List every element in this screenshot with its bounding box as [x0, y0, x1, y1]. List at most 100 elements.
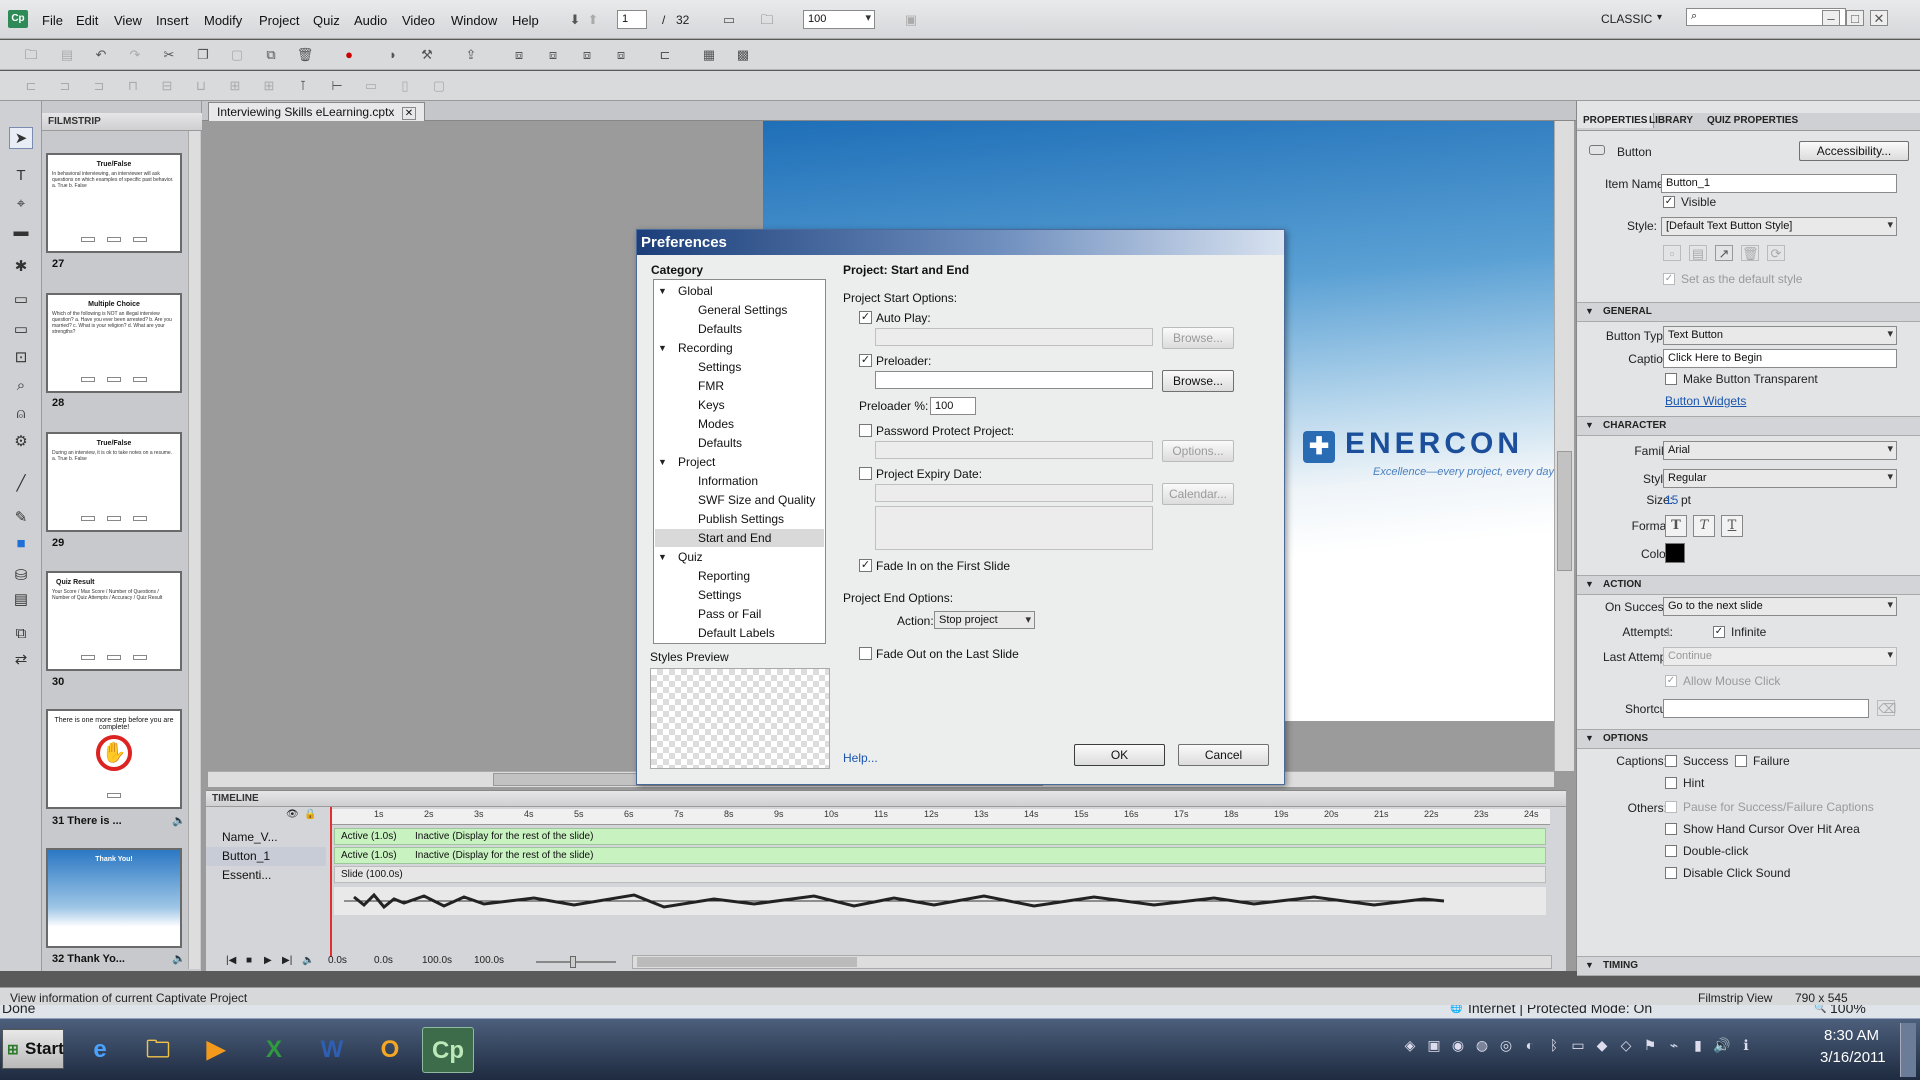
menu-window[interactable]: Window	[451, 13, 497, 28]
language-icon[interactable]: ℹ	[1736, 1035, 1756, 1055]
collapse-icon[interactable]: ▼	[1585, 960, 1594, 970]
shortcut-clear-icon[interactable]: ⌫	[1877, 700, 1896, 716]
center-horizontal-icon[interactable]: ⊺	[294, 78, 312, 94]
menu-video[interactable]: Video	[402, 13, 435, 28]
grid-icon[interactable]: ▦	[700, 47, 718, 63]
image-tool-icon[interactable]: ⊡	[9, 347, 33, 369]
transparent-checkbox[interactable]	[1665, 373, 1677, 385]
style-reset-icon[interactable]: ⟳	[1767, 245, 1785, 261]
tab-quiz-properties[interactable]: QUIZ PROPERTIES	[1707, 115, 1798, 126]
slide-thumb-31[interactable]: There is one more step before you are co…	[46, 709, 182, 809]
select-tool-icon[interactable]: ➤	[9, 127, 33, 149]
zoom-select[interactable]: 100	[803, 10, 875, 29]
tree-node-information[interactable]: Information	[698, 474, 758, 488]
record-icon[interactable]: ●	[340, 47, 358, 63]
slide-thumb-32[interactable]: Thank You!	[46, 848, 182, 948]
start-button[interactable]: ⊞ Start	[2, 1029, 64, 1069]
timeline-bar-button[interactable]: Active (1.0s) Inactive (Display for the …	[334, 847, 1546, 864]
menu-help[interactable]: Help	[512, 13, 539, 28]
infinite-checkbox[interactable]: ✓	[1713, 626, 1725, 638]
cut-icon[interactable]: ✂	[160, 47, 178, 63]
tree-node-settings[interactable]: Settings	[698, 588, 741, 602]
collapse-icon[interactable]: ▼	[1585, 579, 1594, 589]
tree-node-settings[interactable]: Settings	[698, 360, 741, 374]
duplicate-icon[interactable]: ⧉	[262, 47, 280, 63]
auto-play-path-field[interactable]	[875, 328, 1153, 346]
zoom-slider-thumb[interactable]	[570, 956, 576, 968]
text-entry-tool-icon[interactable]: ▭	[9, 319, 33, 341]
menu-edit[interactable]: Edit	[76, 13, 98, 28]
action-section-header[interactable]: ACTION	[1577, 575, 1920, 595]
tree-node-project[interactable]: Project	[678, 455, 715, 469]
accessibility-button[interactable]: Accessibility...	[1799, 141, 1909, 161]
style-delete-icon[interactable]: 🗑	[1741, 245, 1759, 261]
slide-thumb-28[interactable]: Multiple Choice Which of the following i…	[46, 293, 182, 393]
last-attempt-select[interactable]: Continue	[1663, 647, 1897, 666]
fit-tool-icon[interactable]: ⧉	[9, 623, 33, 645]
save-icon[interactable]: ▤	[58, 47, 76, 63]
tab-properties[interactable]: PROPERTIES	[1577, 113, 1655, 128]
timing-section-header[interactable]: TIMING	[1577, 956, 1920, 976]
fill-tool-icon[interactable]: ⛁	[9, 565, 33, 587]
collapse-icon[interactable]: ▼	[1585, 733, 1594, 743]
expiry-date-field[interactable]	[875, 484, 1153, 502]
paste-icon[interactable]: ▢	[228, 47, 246, 63]
close-tab-icon[interactable]: ✕	[401, 107, 417, 120]
document-tab[interactable]: Interviewing Skills eLearning.cptx ✕	[208, 102, 426, 121]
timeline-row-label[interactable]: Button_1	[206, 847, 326, 866]
scroll-thumb[interactable]	[637, 957, 857, 967]
menu-file[interactable]: File	[42, 13, 63, 28]
tree-node-keys[interactable]: Keys	[698, 398, 725, 412]
cancel-button[interactable]: Cancel	[1178, 744, 1269, 766]
tree-node-start-and-end[interactable]: Start and End	[698, 531, 771, 545]
tree-node-general-settings[interactable]: General Settings	[698, 303, 787, 317]
bold-icon[interactable]: T	[1665, 515, 1687, 537]
menu-view[interactable]: View	[114, 13, 142, 28]
button-type-select[interactable]: Text Button	[1663, 326, 1897, 345]
expiry-checkbox[interactable]	[859, 467, 872, 480]
current-slide-input[interactable]: 1	[617, 10, 647, 29]
slide-thumb-27[interactable]: True/False In behavioral interviewing, a…	[46, 153, 182, 253]
tray-icon-8[interactable]: ◇	[1616, 1035, 1636, 1055]
send-backward-icon[interactable]: ⧈	[578, 47, 596, 63]
menu-audio[interactable]: Audio	[354, 13, 387, 28]
tools-icon[interactable]: ⚒	[418, 47, 436, 63]
text-caption-tool-icon[interactable]: T	[9, 165, 33, 187]
tray-icon-5[interactable]: ◎	[1496, 1035, 1516, 1055]
help-link[interactable]: Help...	[843, 751, 878, 765]
timeline-ruler[interactable]: 1s 2s 3s 4s 5s 6s 7s 8s 9s 10s 11s 12s 1…	[330, 809, 1550, 825]
password-checkbox[interactable]	[859, 424, 872, 437]
auto-play-browse-button[interactable]: Browse...	[1162, 327, 1234, 349]
rewind-icon[interactable]: |◀	[226, 955, 236, 966]
preloader-path-field[interactable]	[875, 371, 1153, 389]
preloader-pct-input[interactable]: 100	[930, 397, 976, 415]
calendar-button[interactable]: Calendar...	[1162, 483, 1234, 505]
same-width-icon[interactable]: ▭	[362, 78, 380, 94]
ie-taskbar-icon[interactable]: e	[74, 1027, 126, 1073]
tree-node-quiz[interactable]: Quiz	[678, 550, 703, 564]
speaker-icon[interactable]: 🔈	[302, 955, 314, 966]
timeline-row-label[interactable]: Essenti...	[206, 866, 326, 885]
open-icon[interactable]: 🗀	[22, 47, 40, 63]
collapse-icon[interactable]: ▼	[658, 457, 667, 467]
tray-icon-2[interactable]: ▣	[1424, 1035, 1444, 1055]
collapse-icon[interactable]: ▼	[1585, 306, 1594, 316]
clock-date[interactable]: 3/16/2011	[1820, 1049, 1886, 1066]
power-icon[interactable]: ⌁	[1664, 1035, 1684, 1055]
tree-node-modes[interactable]: Modes	[698, 417, 734, 431]
on-success-select[interactable]: Go to the next slide	[1663, 597, 1897, 616]
bluetooth-icon[interactable]: ᛒ	[1544, 1035, 1564, 1055]
allow-mouse-checkbox[interactable]: ✓	[1665, 675, 1677, 687]
collapse-icon[interactable]: ▼	[658, 286, 667, 296]
bring-front-icon[interactable]: ⧈	[510, 47, 528, 63]
collapse-icon[interactable]: ▼	[658, 343, 667, 353]
maximize-icon[interactable]: □	[1846, 10, 1864, 26]
button-tool-icon[interactable]: ▭	[9, 289, 33, 311]
audio-icon[interactable]: ◗	[384, 47, 402, 63]
general-section-header[interactable]: GENERAL	[1577, 302, 1920, 322]
word-taskbar-icon[interactable]: W	[306, 1027, 358, 1073]
stroke-tool-icon[interactable]: ▤	[9, 589, 33, 611]
style-edit-icon[interactable]: ↗	[1715, 245, 1733, 261]
bring-forward-icon[interactable]: ⧈	[544, 47, 562, 63]
minimize-icon[interactable]: –	[1822, 10, 1840, 26]
